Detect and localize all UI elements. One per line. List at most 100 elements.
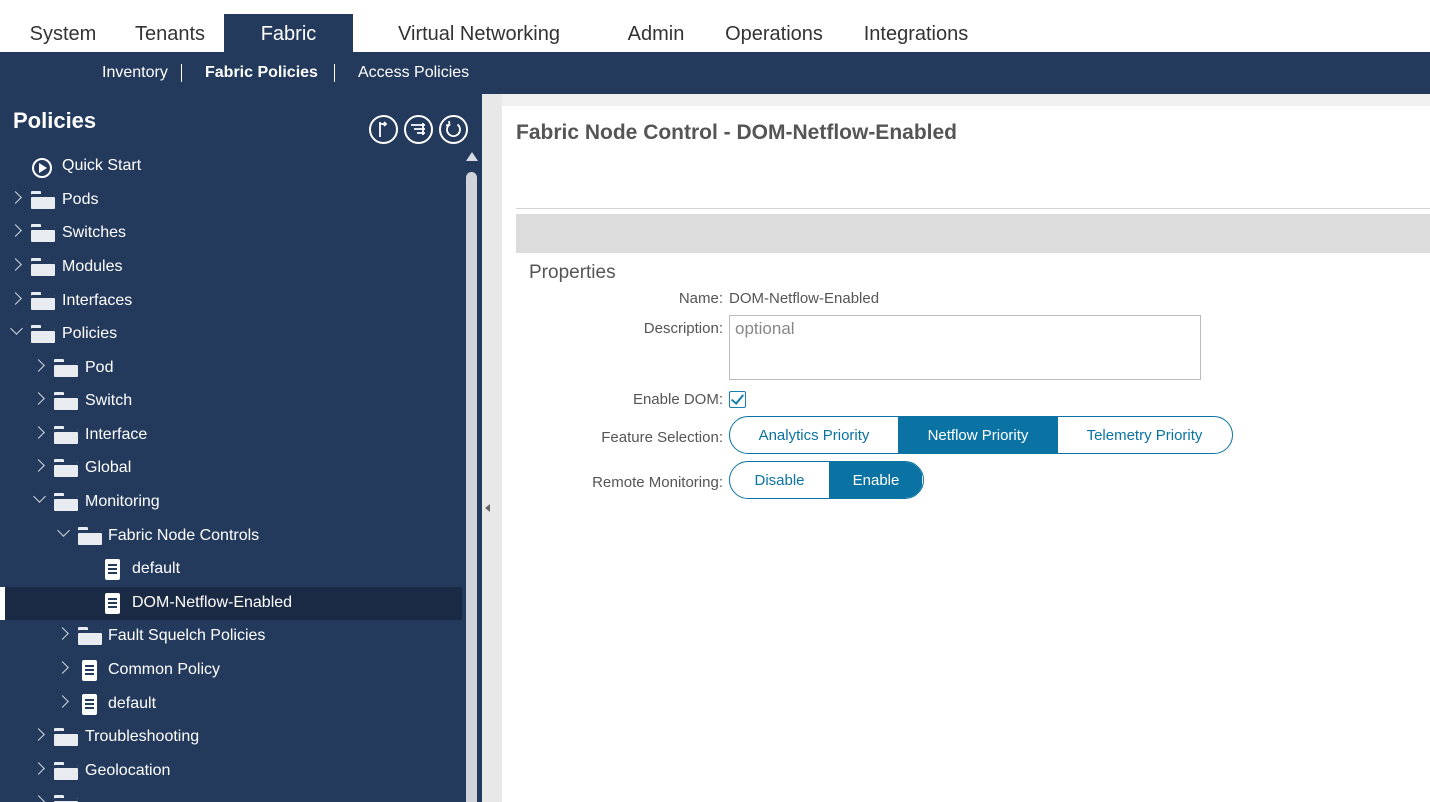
enable-dom-label: Enable DOM: <box>632 391 723 408</box>
tree-filter-icon[interactable] <box>404 115 433 144</box>
tree-item-label: DOM-Netflow-Enabled <box>132 594 293 611</box>
tree-item-partial[interactable] <box>0 788 462 802</box>
tree-item-switches[interactable]: Switches <box>0 217 462 250</box>
tree-item-label: Geolocation <box>85 762 171 779</box>
chevron-right-icon[interactable] <box>9 292 22 305</box>
subnav-inventory[interactable]: Inventory <box>102 52 168 94</box>
properties-panel: Fabric Node Control - DOM-Netflow-Enable… <box>502 94 1430 802</box>
folder-icon <box>54 762 78 780</box>
chevron-right-icon[interactable] <box>9 191 22 204</box>
tree-item-label: Interfaces <box>62 292 133 309</box>
collapse-panel-icon[interactable] <box>485 504 490 512</box>
chevron-right-icon[interactable] <box>32 392 45 405</box>
tree-collapse-icon[interactable] <box>369 115 398 144</box>
document-icon <box>82 660 97 681</box>
chevron-down-icon[interactable] <box>10 322 23 335</box>
sub-nav-bar: Inventory Fabric Policies Access Policie… <box>0 52 1430 94</box>
tree-item-interfaces[interactable]: Interfaces <box>0 285 462 318</box>
chevron-right-icon[interactable] <box>32 728 45 741</box>
chevron-down-icon[interactable] <box>33 490 46 503</box>
tree-item-label: Quick Start <box>62 157 142 174</box>
tab-tenants[interactable]: Tenants <box>122 14 218 52</box>
chevron-right-icon[interactable] <box>32 795 45 802</box>
folder-icon <box>31 191 55 209</box>
panel-top-strip <box>502 94 1430 106</box>
tree-item-policies[interactable]: Policies <box>0 318 462 351</box>
chevron-right-icon[interactable] <box>56 695 69 708</box>
tree-item-troubleshooting[interactable]: Troubleshooting <box>0 721 462 754</box>
tree-item-fault-squelch-policies[interactable]: Fault Squelch Policies <box>0 620 462 653</box>
folder-icon <box>54 426 78 444</box>
name-label: Name: <box>678 290 723 307</box>
tree-item-default[interactable]: default <box>0 553 462 586</box>
tree-item-global[interactable]: Global <box>0 452 462 485</box>
telemetry-priority-button[interactable]: Telemetry Priority <box>1057 417 1231 453</box>
tree-item-common-policy[interactable]: Common Policy <box>0 654 462 687</box>
tree-item-label: default <box>108 695 157 712</box>
tree-item-label: Policies <box>62 325 118 342</box>
chevron-right-icon[interactable] <box>56 661 69 674</box>
description-field[interactable]: optional <box>729 315 1201 380</box>
quick-start-icon <box>32 158 52 178</box>
tree-item-default[interactable]: default <box>0 688 462 721</box>
subnav-separator <box>334 64 335 82</box>
tab-operations[interactable]: Operations <box>714 14 834 52</box>
subnav-access-policies[interactable]: Access Policies <box>358 52 469 94</box>
chevron-right-icon[interactable] <box>32 359 45 372</box>
tree-item-label: Global <box>85 459 132 476</box>
remote-monitoring-group: Disable Enable <box>729 461 924 499</box>
chevron-right-icon[interactable] <box>56 627 69 640</box>
tab-integrations[interactable]: Integrations <box>852 14 980 52</box>
chevron-right-icon[interactable] <box>9 224 22 237</box>
tree-item-quick-start[interactable]: Quick Start <box>0 150 462 183</box>
tab-fabric[interactable]: Fabric <box>224 14 353 52</box>
enable-dom-checkbox[interactable] <box>729 391 746 408</box>
analytics-priority-button[interactable]: Analytics Priority <box>730 417 898 453</box>
chevron-right-icon[interactable] <box>9 258 22 271</box>
tree-item-label: Modules <box>62 258 123 275</box>
tree-item-dom-netflow-enabled[interactable]: DOM-Netflow-Enabled <box>0 587 462 620</box>
tab-admin[interactable]: Admin <box>614 14 698 52</box>
tree-item-geolocation[interactable]: Geolocation <box>0 755 462 788</box>
tab-virtual-networking[interactable]: Virtual Networking <box>382 14 576 52</box>
tree-item-label: Fabric Node Controls <box>108 527 260 544</box>
tab-system[interactable]: System <box>18 14 108 52</box>
disable-button[interactable]: Disable <box>730 462 829 498</box>
netflow-priority-button[interactable]: Netflow Priority <box>898 417 1057 453</box>
tree-scrollbar[interactable] <box>463 150 480 802</box>
folder-icon <box>31 258 55 276</box>
scrollbar-thumb[interactable] <box>466 172 477 802</box>
tree-item-pods[interactable]: Pods <box>0 184 462 217</box>
chevron-right-icon[interactable] <box>32 459 45 472</box>
folder-icon <box>54 493 78 511</box>
scroll-up-icon[interactable] <box>466 152 478 161</box>
chevron-right-icon[interactable] <box>32 426 45 439</box>
enable-button[interactable]: Enable <box>829 462 922 498</box>
tree-item-label: Switch <box>85 392 133 409</box>
tree-item-monitoring[interactable]: Monitoring <box>0 486 462 519</box>
subnav-separator <box>181 64 182 82</box>
panel-splitter[interactable] <box>482 94 502 802</box>
tree-item-label: Switches <box>62 224 127 241</box>
subnav-fabric-policies[interactable]: Fabric Policies <box>205 52 318 94</box>
tree-item-label: Fault Squelch Policies <box>108 627 266 644</box>
description-placeholder: optional <box>735 319 795 338</box>
tree-item-switch[interactable]: Switch <box>0 385 462 418</box>
tree-item-pod[interactable]: Pod <box>0 352 462 385</box>
tree-item-label: Interface <box>85 426 148 443</box>
feature-selection-label: Feature Selection: <box>601 429 723 446</box>
folder-icon <box>31 292 55 310</box>
chevron-right-icon[interactable] <box>32 762 45 775</box>
top-nav-bar: System Tenants Fabric Virtual Networking… <box>0 0 1430 52</box>
tree-item-label: Troubleshooting <box>85 728 200 745</box>
folder-icon <box>31 224 55 242</box>
chevron-down-icon[interactable] <box>57 524 70 537</box>
panel-title: Policies <box>13 108 97 133</box>
tree-item-fabric-node-controls[interactable]: Fabric Node Controls <box>0 520 462 553</box>
tree-item-interface[interactable]: Interface <box>0 419 462 452</box>
folder-icon <box>54 359 78 377</box>
tree-item-modules[interactable]: Modules <box>0 251 462 284</box>
folder-icon <box>54 392 78 410</box>
refresh-icon[interactable] <box>439 115 468 144</box>
tree-item-label: Monitoring <box>85 493 160 510</box>
